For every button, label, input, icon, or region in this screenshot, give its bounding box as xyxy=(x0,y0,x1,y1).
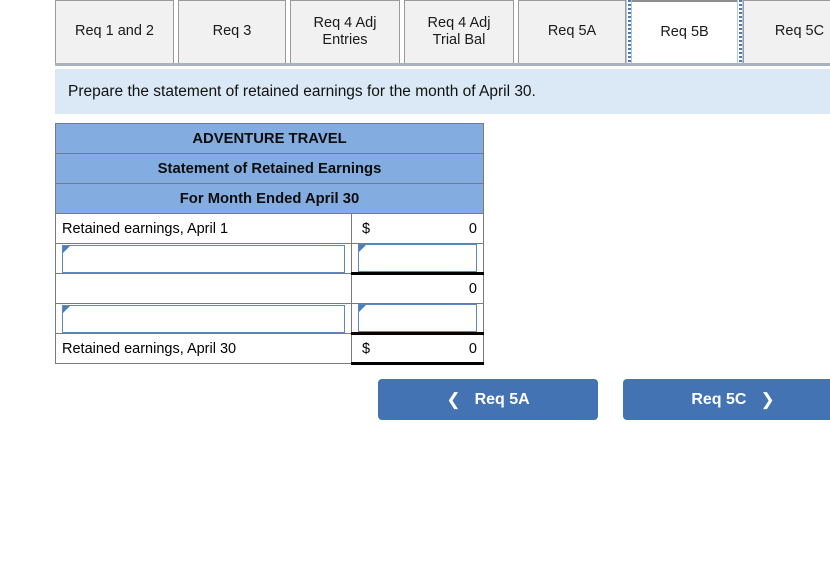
exercise-page: Req 1 and 2 Req 3 Req 4 Adj Entries Req 4 A… xyxy=(0,0,830,586)
account-label-input-cell[interactable] xyxy=(55,243,352,274)
table-row: Retained earnings, April 1 $0 xyxy=(55,213,484,244)
chevron-right-icon: ❯ xyxy=(760,390,775,409)
account-label-input-wrapper[interactable] xyxy=(62,244,345,273)
instruction-text: Prepare the statement of retained earnin… xyxy=(68,82,536,100)
account-label-input-cell[interactable] xyxy=(55,303,352,334)
tab-req-4-adj-entries[interactable]: Req 4 Adj Entries xyxy=(290,0,400,63)
tab-drag-handle[interactable] xyxy=(737,0,743,63)
account-label-input[interactable] xyxy=(71,305,338,332)
prev-requirement-label: Req 5A xyxy=(474,390,530,408)
next-requirement-label: Req 5C xyxy=(691,390,747,408)
amount-input-wrapper[interactable] xyxy=(358,244,477,272)
account-label-input[interactable] xyxy=(71,245,338,272)
currency-symbol: $ xyxy=(362,220,371,237)
amount-input[interactable] xyxy=(367,245,470,271)
tab-drag-handle[interactable] xyxy=(626,0,632,63)
chevron-left-icon: ❮ xyxy=(446,390,461,409)
tab-req-3[interactable]: Req 3 xyxy=(178,0,286,63)
amount-input-cell[interactable] xyxy=(351,243,484,275)
prev-requirement-button[interactable]: ❮ Req 5A xyxy=(378,379,598,420)
table-row: Retained earnings, April 30 $0 xyxy=(55,333,484,365)
amount-cell: $0 xyxy=(351,333,484,365)
table-row xyxy=(55,243,484,275)
table-row: 0 xyxy=(55,273,484,304)
table-header-row-period: For Month Ended April 30 xyxy=(55,183,484,214)
account-label-cell xyxy=(55,273,352,304)
tab-req-1-and-2[interactable]: Req 1 and 2 xyxy=(55,0,174,63)
table-header-row-statement: Statement of Retained Earnings xyxy=(55,153,484,184)
retained-earnings-statement-table: ADVENTURE TRAVEL Statement of Retained E… xyxy=(55,123,484,365)
amount-value: 0 xyxy=(468,340,477,357)
amount-input-cell[interactable] xyxy=(351,303,484,335)
statement-title-cell: Statement of Retained Earnings xyxy=(55,153,484,184)
currency-symbol: $ xyxy=(362,340,371,357)
amount-value: 0 xyxy=(468,281,477,297)
amount-cell: 0 xyxy=(351,273,484,304)
requirement-tab-bar: Req 1 and 2 Req 3 Req 4 Adj Entries Req 4 A… xyxy=(55,0,830,66)
amount-input-wrapper[interactable] xyxy=(358,304,477,332)
account-label-cell: Retained earnings, April 1 xyxy=(55,213,352,244)
tab-req-5b[interactable]: Req 5B xyxy=(632,0,737,63)
account-label-cell: Retained earnings, April 30 xyxy=(55,333,352,364)
amount-input[interactable] xyxy=(367,305,470,331)
company-name-cell: ADVENTURE TRAVEL xyxy=(55,123,484,154)
table-header-row-company: ADVENTURE TRAVEL xyxy=(55,123,484,154)
tab-req-4-adj-trial-bal[interactable]: Req 4 Adj Trial Bal xyxy=(404,0,514,63)
statement-period-cell: For Month Ended April 30 xyxy=(55,183,484,214)
table-row xyxy=(55,303,484,335)
next-requirement-button[interactable]: Req 5C ❯ xyxy=(623,379,830,420)
amount-cell: $0 xyxy=(351,213,484,244)
amount-value: 0 xyxy=(468,220,477,237)
account-label-input-wrapper[interactable] xyxy=(62,304,345,333)
instruction-banner: Prepare the statement of retained earnin… xyxy=(55,69,830,114)
tab-req-5a[interactable]: Req 5A xyxy=(518,0,626,63)
tab-req-5c[interactable]: Req 5C xyxy=(743,0,830,63)
